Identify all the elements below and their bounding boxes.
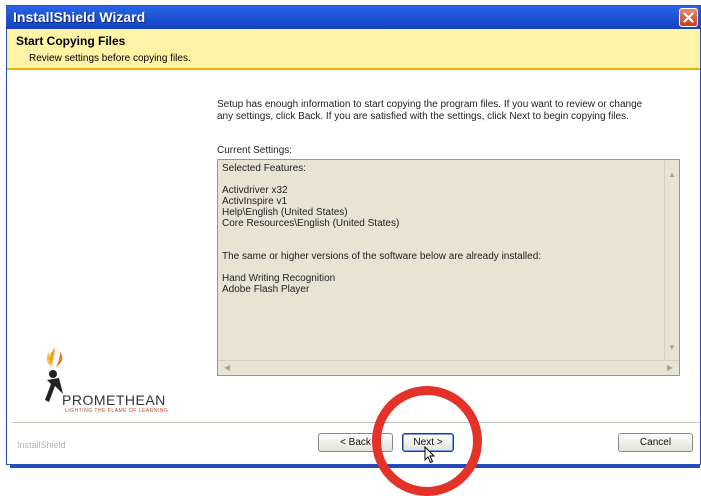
settings-line	[222, 229, 541, 240]
settings-line: The same or higher versions of the softw…	[222, 251, 542, 262]
installshield-brand: InstallShield	[17, 440, 66, 450]
settings-line	[222, 174, 541, 185]
scroll-right-icon[interactable]: ▶	[667, 363, 673, 372]
settings-line: Selected Features:	[222, 163, 306, 174]
close-icon	[683, 12, 694, 23]
cancel-button[interactable]: Cancel	[618, 433, 693, 452]
mouse-cursor-icon	[424, 446, 436, 464]
intro-line-2: any settings, click Back. If you are sat…	[217, 111, 629, 122]
intro-line-1: Setup has enough information to start co…	[217, 99, 643, 110]
header-divider	[7, 68, 700, 70]
settings-content: Selected Features: Activdriver x32 Activ…	[222, 163, 541, 295]
taskbar-strip	[10, 465, 700, 468]
step-subtitle: Review settings before copying files.	[29, 53, 191, 64]
horizontal-scrollbar[interactable]: ◀ ▶	[218, 360, 679, 375]
settings-line: Core Resources\English (United States)	[222, 218, 400, 229]
current-settings-label: Current Settings:	[217, 145, 293, 156]
cancel-button-label: Cancel	[639, 437, 672, 448]
step-title: Start Copying Files	[16, 34, 126, 48]
back-button-label: < Back	[340, 437, 371, 448]
title-bar[interactable]: InstallShield Wizard	[7, 6, 700, 29]
settings-line	[222, 240, 541, 251]
current-settings-box[interactable]: Selected Features: Activdriver x32 Activ…	[217, 159, 680, 376]
taskbar	[0, 465, 701, 488]
settings-line: Help\English (United States)	[222, 207, 348, 218]
promethean-wordmark: PROMETHEAN	[62, 392, 166, 408]
highlight-circle	[372, 386, 482, 496]
scroll-up-icon[interactable]: ▲	[668, 170, 676, 179]
scroll-left-icon[interactable]: ◀	[224, 363, 230, 372]
intro-text: Setup has enough information to start co…	[217, 99, 687, 123]
scroll-down-icon[interactable]: ▼	[668, 343, 676, 352]
wizard-header: Start Copying Files Review settings befo…	[7, 29, 700, 68]
settings-line: ActivInspire v1	[222, 196, 288, 207]
settings-line: Hand Writing Recognition	[222, 273, 336, 284]
settings-line: Activdriver x32	[222, 185, 288, 196]
settings-line	[222, 262, 541, 273]
footer-divider	[13, 422, 700, 423]
settings-line: Adobe Flash Player	[222, 284, 310, 295]
close-button[interactable]	[679, 8, 698, 27]
window-title: InstallShield Wizard	[13, 9, 146, 25]
vertical-scrollbar[interactable]: ▲ ▼	[664, 160, 679, 360]
promethean-tagline: LIGHTING THE FLAME OF LEARNING	[65, 408, 169, 414]
installshield-window: InstallShield Wizard Start Copying Files…	[6, 5, 701, 465]
